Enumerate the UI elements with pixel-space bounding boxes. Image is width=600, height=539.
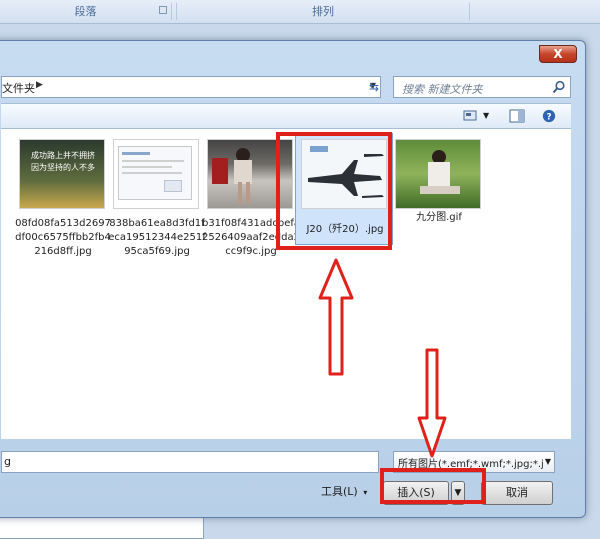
ribbon-group-paragraph: 段落 <box>0 3 172 20</box>
search-icon[interactable] <box>552 80 566 94</box>
insert-picture-dialog: X 文件夹 ▶ ▼ ⇆ 搜索 新建文件夹 ▼ ? 成功路上并不拥挤 因为坚持的人… <box>0 40 586 518</box>
file-thumbnail[interactable] <box>113 139 199 209</box>
close-button[interactable]: X <box>539 45 577 63</box>
refresh-icon[interactable]: ⇆ <box>363 77 385 97</box>
highlight-box-selected-file <box>276 132 392 250</box>
toolbar: ▼ ? <box>1 103 571 129</box>
file-name: 838ba61ea8d3fd1feca19512344e251f95ca5f69… <box>108 218 206 257</box>
help-icon[interactable]: ? <box>541 109 557 123</box>
address-bar[interactable]: 文件夹 ▶ ▼ <box>1 76 381 98</box>
preview-pane-icon[interactable] <box>509 109 525 123</box>
breadcrumb-folder[interactable]: 文件夹 <box>2 80 35 96</box>
filename-value: g <box>4 455 11 468</box>
search-placeholder: 搜索 新建文件夹 <box>402 83 483 96</box>
search-input[interactable]: 搜索 新建文件夹 <box>393 76 571 98</box>
dialog-launcher-icon[interactable] <box>159 6 167 14</box>
red-down-arrow-icon <box>417 348 447 458</box>
chevron-down-icon[interactable]: ▼ <box>545 457 551 466</box>
file-name: 九分图.gif <box>416 212 462 223</box>
ribbon-group-arrange-label: 排列 <box>312 5 334 18</box>
filename-field[interactable]: g <box>1 451 379 473</box>
ribbon-strip: 段落 排列 <box>0 0 600 24</box>
file-thumbnail[interactable] <box>395 139 481 209</box>
tools-menu[interactable]: 工具(L) ▾ <box>321 481 373 503</box>
breadcrumb-arrow-icon[interactable]: ▶ <box>36 80 43 90</box>
ribbon-group-paragraph-label: 段落 <box>74 5 97 18</box>
view-options-icon[interactable] <box>463 109 479 123</box>
highlight-box-insert-button <box>380 468 486 504</box>
ribbon-group-arrange: 排列 <box>176 3 470 20</box>
view-dropdown-icon[interactable]: ▼ <box>483 111 489 120</box>
thumbnail-caption: 成功路上并不拥挤 因为坚持的人不多 <box>31 151 95 172</box>
tools-label: 工具(L) <box>321 485 358 498</box>
tools-dropdown-icon[interactable]: ▾ <box>363 488 367 497</box>
cancel-button[interactable]: 取消 <box>481 481 553 505</box>
svg-text:?: ? <box>546 113 551 123</box>
file-name: 08fd08fa513d2697df00c6575ffbb2fb4216d8ff… <box>15 218 111 257</box>
red-up-arrow-icon <box>318 258 354 376</box>
file-thumbnail[interactable]: 成功路上并不拥挤 因为坚持的人不多 <box>19 139 105 209</box>
